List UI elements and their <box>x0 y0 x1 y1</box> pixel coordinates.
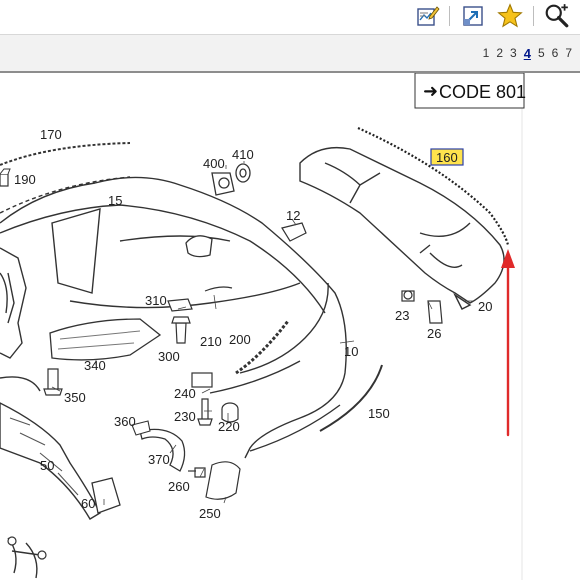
favorite-star-icon[interactable] <box>496 2 524 30</box>
label-170[interactable]: 170 <box>40 127 62 142</box>
red-indicator-arrow <box>501 249 515 437</box>
code-box: ➜ CODE 801 <box>414 73 526 109</box>
parts-250-260 <box>188 461 241 500</box>
label-260[interactable]: 260 <box>168 479 190 494</box>
page-link-7[interactable]: 7 <box>565 46 572 61</box>
bolt-350 <box>43 368 63 396</box>
bracket-bottom-left-hole <box>37 550 47 560</box>
label-300[interactable]: 300 <box>158 349 180 364</box>
page-link-1[interactable]: 1 <box>483 46 490 61</box>
pager-bar: 1234567 <box>0 35 580 73</box>
toolbar-separator <box>449 6 450 26</box>
page-navigation: 1234567 <box>483 46 572 61</box>
label-12[interactable]: 12 <box>286 208 300 223</box>
label-160-highlight: 160 <box>436 150 458 165</box>
code-box-text: CODE 801 <box>439 82 526 102</box>
label-240[interactable]: 240 <box>174 386 196 401</box>
label-210[interactable]: 210 <box>200 334 222 349</box>
bracket-bottom-left-hole <box>7 536 17 546</box>
export-icon[interactable] <box>459 2 487 30</box>
label-50[interactable]: 50 <box>40 458 54 473</box>
label-60[interactable]: 60 <box>81 496 95 511</box>
label-23[interactable]: 23 <box>395 308 409 323</box>
page-link-2[interactable]: 2 <box>496 46 503 61</box>
page-link-4[interactable]: 4 <box>524 46 531 61</box>
page-link-3[interactable]: 3 <box>510 46 517 61</box>
zoom-icon[interactable] <box>543 2 571 30</box>
label-230[interactable]: 230 <box>174 409 196 424</box>
fasteners-220-240 <box>191 372 239 426</box>
label-370[interactable]: 370 <box>148 452 170 467</box>
label-350[interactable]: 350 <box>64 390 86 405</box>
svg-text:➜: ➜ <box>423 81 438 101</box>
label-150[interactable]: 150 <box>368 406 390 421</box>
label-220[interactable]: 220 <box>218 419 240 434</box>
parts-diagram: ➜ CODE 801 160 170 190 15 400 410 12 23 … <box>0 73 580 580</box>
trim-strip-150 <box>319 364 383 432</box>
label-340[interactable]: 340 <box>84 358 106 373</box>
part-190-shape <box>0 168 11 187</box>
label-250[interactable]: 250 <box>199 506 221 521</box>
label-410[interactable]: 410 <box>232 147 254 162</box>
exploded-view-drawing: ➜ CODE 801 160 170 190 15 400 410 12 23 … <box>0 73 526 580</box>
label-310[interactable]: 310 <box>145 293 167 308</box>
notes-edit-icon[interactable] <box>414 2 442 30</box>
page-link-5[interactable]: 5 <box>538 46 545 61</box>
toolbar-separator <box>533 6 534 26</box>
label-400[interactable]: 400 <box>203 156 225 171</box>
label-15[interactable]: 15 <box>108 193 122 208</box>
clip-12-shape <box>281 222 307 242</box>
label-20[interactable]: 20 <box>478 299 492 314</box>
label-26[interactable]: 26 <box>427 326 441 341</box>
label-190[interactable]: 190 <box>14 172 36 187</box>
diffuser-shape <box>299 146 505 310</box>
label-10[interactable]: 10 <box>344 344 358 359</box>
trim-strip-170 <box>0 142 131 166</box>
toolbar <box>0 0 580 35</box>
label-200[interactable]: 200 <box>229 332 251 347</box>
page-link-6[interactable]: 6 <box>552 46 559 61</box>
panel-340 <box>49 318 162 361</box>
label-360[interactable]: 360 <box>114 414 136 429</box>
